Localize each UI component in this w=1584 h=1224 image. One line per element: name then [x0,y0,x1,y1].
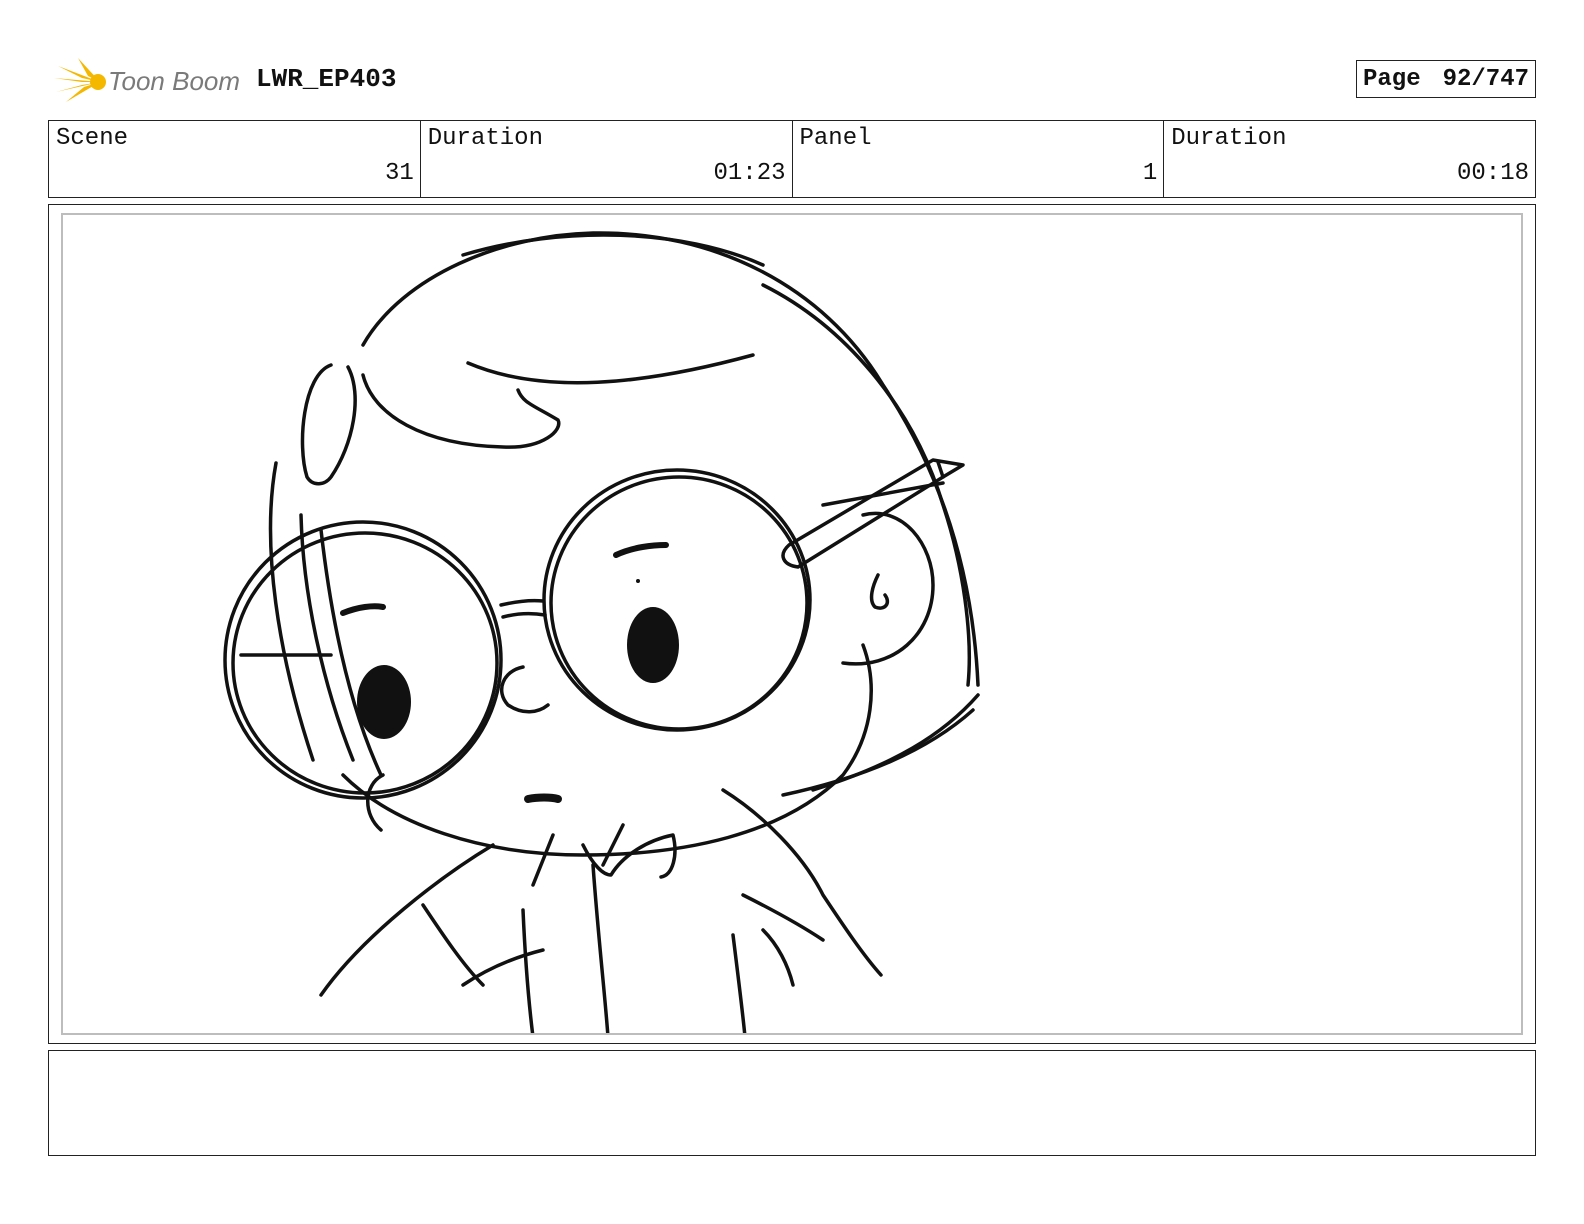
scene-cell: Scene 31 [49,121,421,197]
page-counter: Page 92/747 [1356,60,1536,98]
page-header: Toon Boom LWR_EP403 Page 92/747 [48,56,1536,106]
panel-duration-value: 00:18 [1456,160,1529,187]
storyboard-panel-frame [48,204,1536,1044]
panel-duration-cell: Duration 00:18 [1164,121,1535,197]
scene-duration-value: 01:23 [713,160,786,187]
scene-value: 31 [384,160,414,187]
page-value: 92/747 [1442,65,1529,93]
panel-cell: Panel 1 [793,121,1165,197]
storyboard-drawing-area [61,213,1523,1035]
toon-boom-logo: Toon Boom [52,56,252,106]
scene-duration-cell: Duration 01:23 [421,121,793,197]
panel-label: Panel [799,125,872,152]
sunburst-icon [54,58,106,102]
logo-text: Toon Boom [108,66,241,96]
panel-duration-label: Duration [1171,125,1287,152]
character-sketch [223,231,980,1033]
panel-notes-box [48,1050,1536,1156]
scene-info-row: Scene 31 Duration 01:23 Panel 1 Duration… [48,120,1536,198]
scene-label: Scene [56,125,129,152]
project-title: LWR_EP403 [256,64,397,94]
page-label: Page [1363,65,1421,93]
panel-value: 1 [1142,160,1158,187]
scene-duration-label: Duration [427,125,543,152]
